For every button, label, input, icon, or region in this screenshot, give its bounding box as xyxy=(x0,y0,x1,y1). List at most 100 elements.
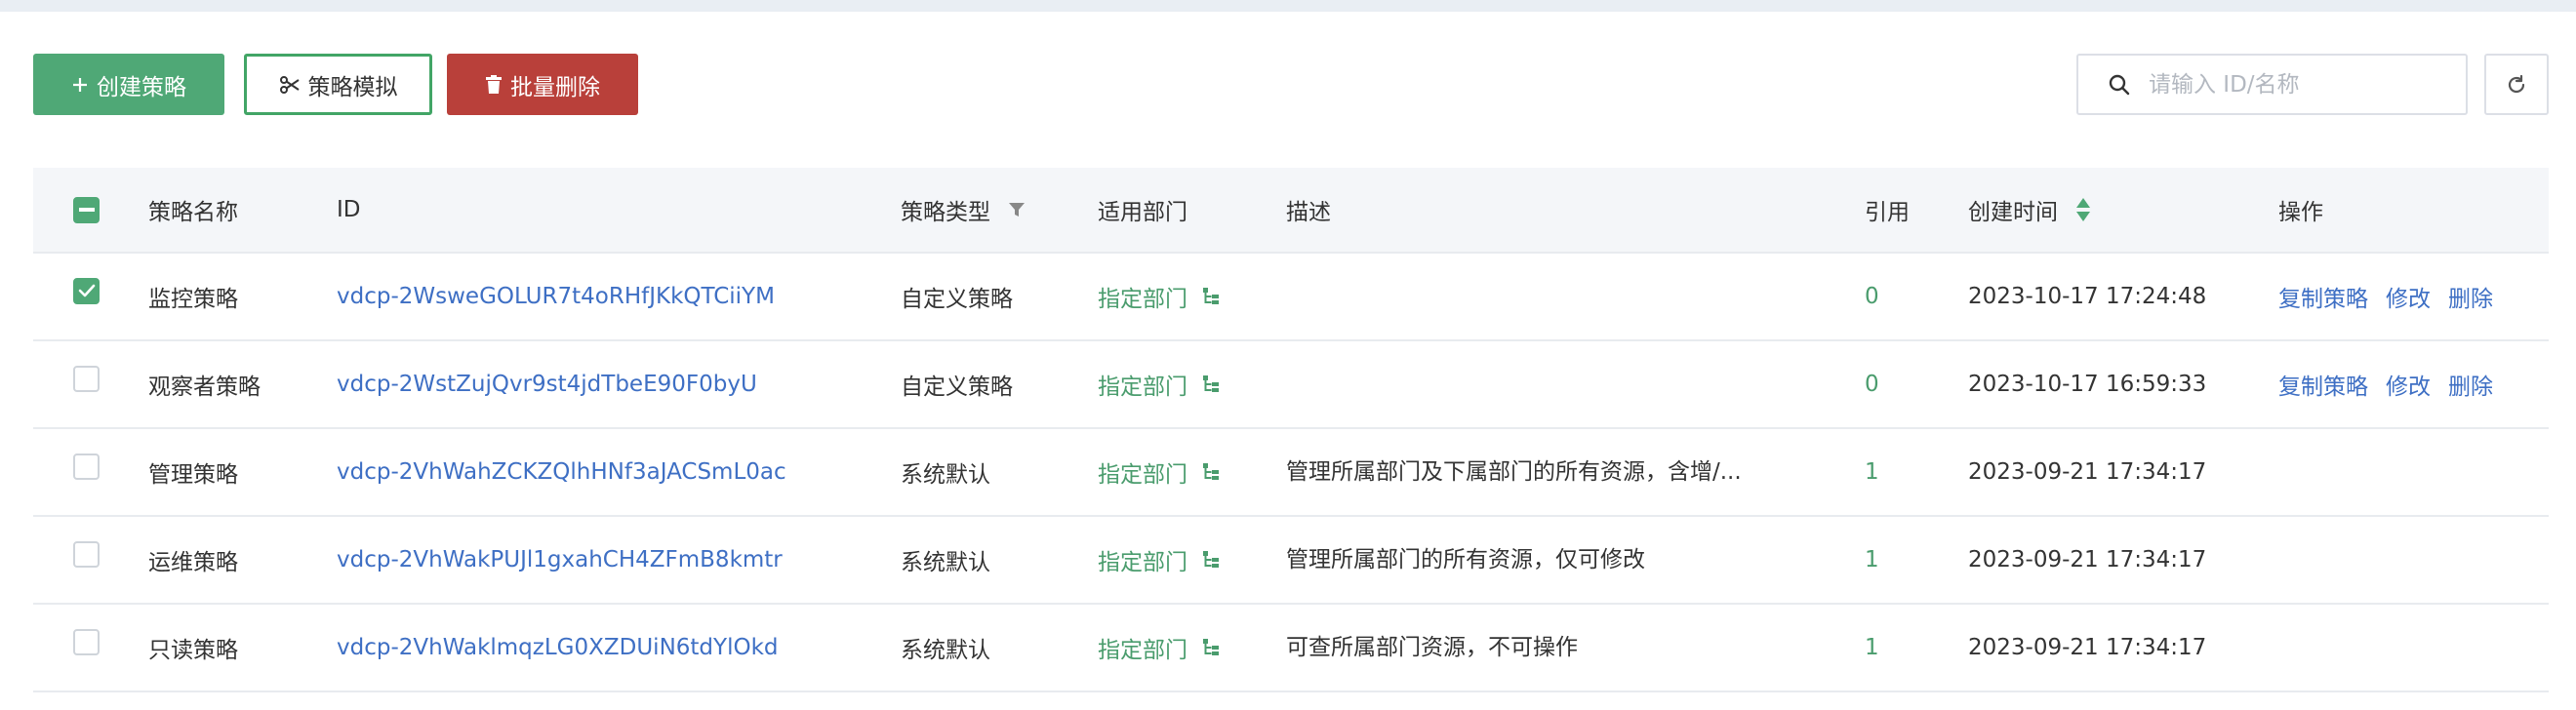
created-time: 2023-09-21 17:34:17 xyxy=(1968,459,2207,485)
policy-id-link[interactable]: vdcp-2VhWakPUJl1gxahCH4ZFmB8kmtr xyxy=(337,517,783,603)
policy-type: 系统默认 xyxy=(901,462,990,488)
ops-cell: 复制策略 修改 删除 xyxy=(2278,254,2511,339)
delete-link[interactable]: 删除 xyxy=(2448,280,2493,313)
policy-desc xyxy=(1286,254,1832,339)
policy-name: 观察者策略 xyxy=(148,375,261,400)
created-time: 2023-10-17 16:59:33 xyxy=(1968,372,2207,397)
dept-link[interactable]: 指定部门 xyxy=(1098,368,1221,401)
policy-type: 系统默认 xyxy=(901,638,990,663)
policy-name: 运维策略 xyxy=(148,550,238,575)
row-check-cell xyxy=(73,599,100,685)
dept-link[interactable]: 指定部门 xyxy=(1098,631,1221,664)
ref-count[interactable]: 1 xyxy=(1865,605,1879,690)
ops-cell: 复制策略 修改 删除 xyxy=(2278,341,2511,427)
policy-name: 监控策略 xyxy=(148,287,238,312)
tree-icon xyxy=(1201,638,1221,657)
create-policy-button[interactable]: 创建策略 xyxy=(33,54,224,115)
policy-desc-text: 可查所属部门资源，不可操作 xyxy=(1286,635,1578,660)
copy-policy-link[interactable]: 复制策略 xyxy=(2278,368,2368,401)
dept-label: 指定部门 xyxy=(1098,462,1187,488)
dept-cell: 指定部门 xyxy=(1098,254,1221,339)
row-check-cell xyxy=(73,335,100,421)
ref-count[interactable]: 0 xyxy=(1865,254,1879,339)
scissors-icon xyxy=(279,75,301,95)
dept-link[interactable]: 指定部门 xyxy=(1098,543,1221,576)
table-row: 观察者策略 vdcp-2WstZujQvr9st4jdTbeE90F0byU 自定义… xyxy=(33,341,2549,429)
policy-id-link[interactable]: vdcp-2VhWahZCKZQlhHNf3aJACSmL0ac xyxy=(337,429,786,515)
ref-count[interactable]: 0 xyxy=(1865,341,1879,427)
create-policy-label: 创建策略 xyxy=(97,74,186,100)
tree-icon xyxy=(1201,550,1221,570)
header-time-label: 创建时间 xyxy=(1968,200,2058,225)
policy-name: 只读策略 xyxy=(148,638,238,663)
dept-label: 指定部门 xyxy=(1098,638,1187,663)
filter-icon[interactable] xyxy=(1008,201,1026,218)
policy-id-link[interactable]: vdcp-2VhWaklmqzLG0XZDUiN6tdYlOkd xyxy=(337,605,779,690)
select-all-checkbox[interactable] xyxy=(73,196,100,223)
refresh-button[interactable] xyxy=(2484,54,2549,115)
row-check-cell xyxy=(73,248,100,334)
dept-link[interactable]: 指定部门 xyxy=(1098,280,1221,313)
table-row: 监控策略 vdcp-2WsweGOLUR7t4oRHfJKkQTCiiYM 自定义策… xyxy=(33,254,2549,341)
created-time: 2023-09-21 17:34:17 xyxy=(1968,635,2207,660)
created-time: 2023-10-17 17:24:48 xyxy=(1968,284,2207,309)
refresh-icon xyxy=(2505,73,2528,97)
policy-simulate-button[interactable]: 策略模拟 xyxy=(244,54,432,115)
ref-count[interactable]: 1 xyxy=(1865,517,1879,603)
policy-simulate-label: 策略模拟 xyxy=(307,74,398,100)
policy-table: 策略名称 ID 策略类型 适用部门 描述 引用 创建时间 操作 监控策略 vdcp… xyxy=(33,168,2549,692)
edit-link[interactable]: 修改 xyxy=(2386,280,2431,313)
tree-icon xyxy=(1201,375,1221,394)
row-checkbox[interactable] xyxy=(73,365,100,392)
delete-link[interactable]: 删除 xyxy=(2448,368,2493,401)
table-row: 运维策略 vdcp-2VhWakPUJl1gxahCH4ZFmB8kmtr 系统默认… xyxy=(33,517,2549,605)
table-row: 管理策略 vdcp-2VhWahZCKZQlhHNf3aJACSmL0ac 系统默认… xyxy=(33,429,2549,517)
dept-link[interactable]: 指定部门 xyxy=(1098,455,1221,489)
header-desc: 描述 xyxy=(1286,200,1331,225)
plus-icon xyxy=(71,76,89,94)
row-check-cell xyxy=(73,423,100,509)
batch-delete-button[interactable]: 批量删除 xyxy=(447,54,638,115)
row-checkbox[interactable] xyxy=(73,277,100,304)
sort-icon[interactable] xyxy=(2075,197,2091,222)
policy-desc xyxy=(1286,341,1832,427)
trash-icon xyxy=(485,74,503,95)
policy-name: 管理策略 xyxy=(148,462,238,488)
policy-desc: 可查所属部门资源，不可操作 xyxy=(1286,605,1832,690)
policy-id-link[interactable]: vdcp-2WstZujQvr9st4jdTbeE90F0byU xyxy=(337,341,757,427)
select-all-cell xyxy=(73,168,100,252)
header-type-label: 策略类型 xyxy=(901,200,990,225)
row-checkbox[interactable] xyxy=(73,628,100,655)
search-icon xyxy=(2108,73,2131,97)
header-dept: 适用部门 xyxy=(1098,200,1187,225)
policy-id-link[interactable]: vdcp-2WsweGOLUR7t4oRHfJKkQTCiiYM xyxy=(337,254,775,339)
toolbar: 创建策略 策略模拟 批量删除 xyxy=(0,0,2576,166)
header-name: 策略名称 xyxy=(148,200,238,225)
ref-count[interactable]: 1 xyxy=(1865,429,1879,515)
search-input[interactable] xyxy=(2149,71,2441,98)
policy-desc-text: 管理所属部门的所有资源，仅可修改 xyxy=(1286,547,1645,572)
header-ops: 操作 xyxy=(2278,200,2323,225)
policy-type: 自定义策略 xyxy=(901,287,1013,312)
dept-label: 指定部门 xyxy=(1098,375,1187,400)
policy-desc: 管理所属部门的所有资源，仅可修改 xyxy=(1286,517,1832,603)
policy-type: 自定义策略 xyxy=(901,375,1013,400)
dept-cell: 指定部门 xyxy=(1098,517,1221,603)
header-time: 创建时间 xyxy=(1968,168,2091,252)
edit-link[interactable]: 修改 xyxy=(2386,368,2431,401)
policy-desc-text: 管理所属部门及下属部门的所有资源，含增/... xyxy=(1286,459,1742,485)
policy-desc: 管理所属部门及下属部门的所有资源，含增/... xyxy=(1286,429,1832,515)
policy-type: 系统默认 xyxy=(901,550,990,575)
row-checkbox[interactable] xyxy=(73,453,100,480)
batch-delete-label: 批量删除 xyxy=(510,74,600,100)
row-check-cell xyxy=(73,511,100,597)
created-time: 2023-09-21 17:34:17 xyxy=(1968,547,2207,572)
table-body: 监控策略 vdcp-2WsweGOLUR7t4oRHfJKkQTCiiYM 自定义策… xyxy=(33,254,2549,692)
copy-policy-link[interactable]: 复制策略 xyxy=(2278,280,2368,313)
tree-icon xyxy=(1201,462,1221,482)
row-checkbox[interactable] xyxy=(73,540,100,568)
header-id: ID xyxy=(337,197,361,222)
header-type: 策略类型 xyxy=(901,168,1026,252)
tree-icon xyxy=(1201,287,1221,306)
table-row: 只读策略 vdcp-2VhWaklmqzLG0XZDUiN6tdYlOkd 系统默认… xyxy=(33,605,2549,692)
